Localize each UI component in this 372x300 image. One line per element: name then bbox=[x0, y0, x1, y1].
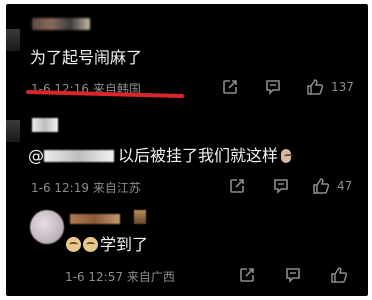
cat-emoji-icon bbox=[66, 237, 81, 252]
comment-time: 1-6 12:19 bbox=[31, 181, 89, 195]
comment-text: 为了起号闹麻了 bbox=[30, 48, 143, 67]
comment-text: @ 以后被挂了我们就这样 bbox=[28, 142, 294, 166]
comment-time: 1-6 12:57 bbox=[65, 270, 123, 284]
like-count: 137 bbox=[331, 80, 354, 94]
emoji-icon bbox=[281, 149, 294, 163]
comment-item-1: 为了起号闹麻了 1-6 12:16 来自韩国 137 bbox=[6, 4, 368, 102]
like-icon[interactable] bbox=[330, 266, 348, 284]
comment-item-3: 学到了 1-6 12:57 来自广西 bbox=[6, 200, 368, 296]
like-icon[interactable] bbox=[312, 177, 330, 195]
avatar[interactable] bbox=[6, 120, 20, 142]
comment-meta: 1-6 12:19 来自江苏 bbox=[31, 179, 141, 196]
like-icon[interactable] bbox=[306, 78, 324, 96]
username[interactable] bbox=[32, 118, 58, 132]
username[interactable] bbox=[70, 214, 120, 224]
username-badge bbox=[134, 210, 146, 224]
comment-icon[interactable] bbox=[272, 177, 290, 195]
mention-prefix[interactable]: @ bbox=[28, 146, 44, 165]
avatar[interactable] bbox=[6, 29, 20, 51]
comment-meta: 1-6 12:57 来自广西 bbox=[65, 268, 175, 285]
username[interactable] bbox=[32, 18, 90, 30]
cat-emoji-icon bbox=[83, 237, 98, 252]
comment-icon[interactable] bbox=[264, 78, 282, 96]
like-count: 47 bbox=[337, 179, 353, 193]
comment-text: 学到了 bbox=[66, 231, 148, 255]
comment-location: 来自广西 bbox=[126, 270, 175, 284]
share-icon[interactable] bbox=[228, 177, 246, 195]
comment-item-2: @ 以后被挂了我们就这样 1-6 12:19 来自江苏 47 bbox=[6, 102, 368, 200]
comment-location: 来自江苏 bbox=[92, 181, 141, 195]
avatar[interactable] bbox=[30, 210, 64, 244]
comment-feed: 为了起号闹麻了 1-6 12:16 来自韩国 137 @ 以后被挂了我们就这样 1… bbox=[6, 4, 368, 296]
share-icon[interactable] bbox=[238, 266, 256, 284]
mentioned-user[interactable] bbox=[44, 150, 114, 162]
comment-icon[interactable] bbox=[284, 266, 302, 284]
share-icon[interactable] bbox=[221, 78, 239, 96]
